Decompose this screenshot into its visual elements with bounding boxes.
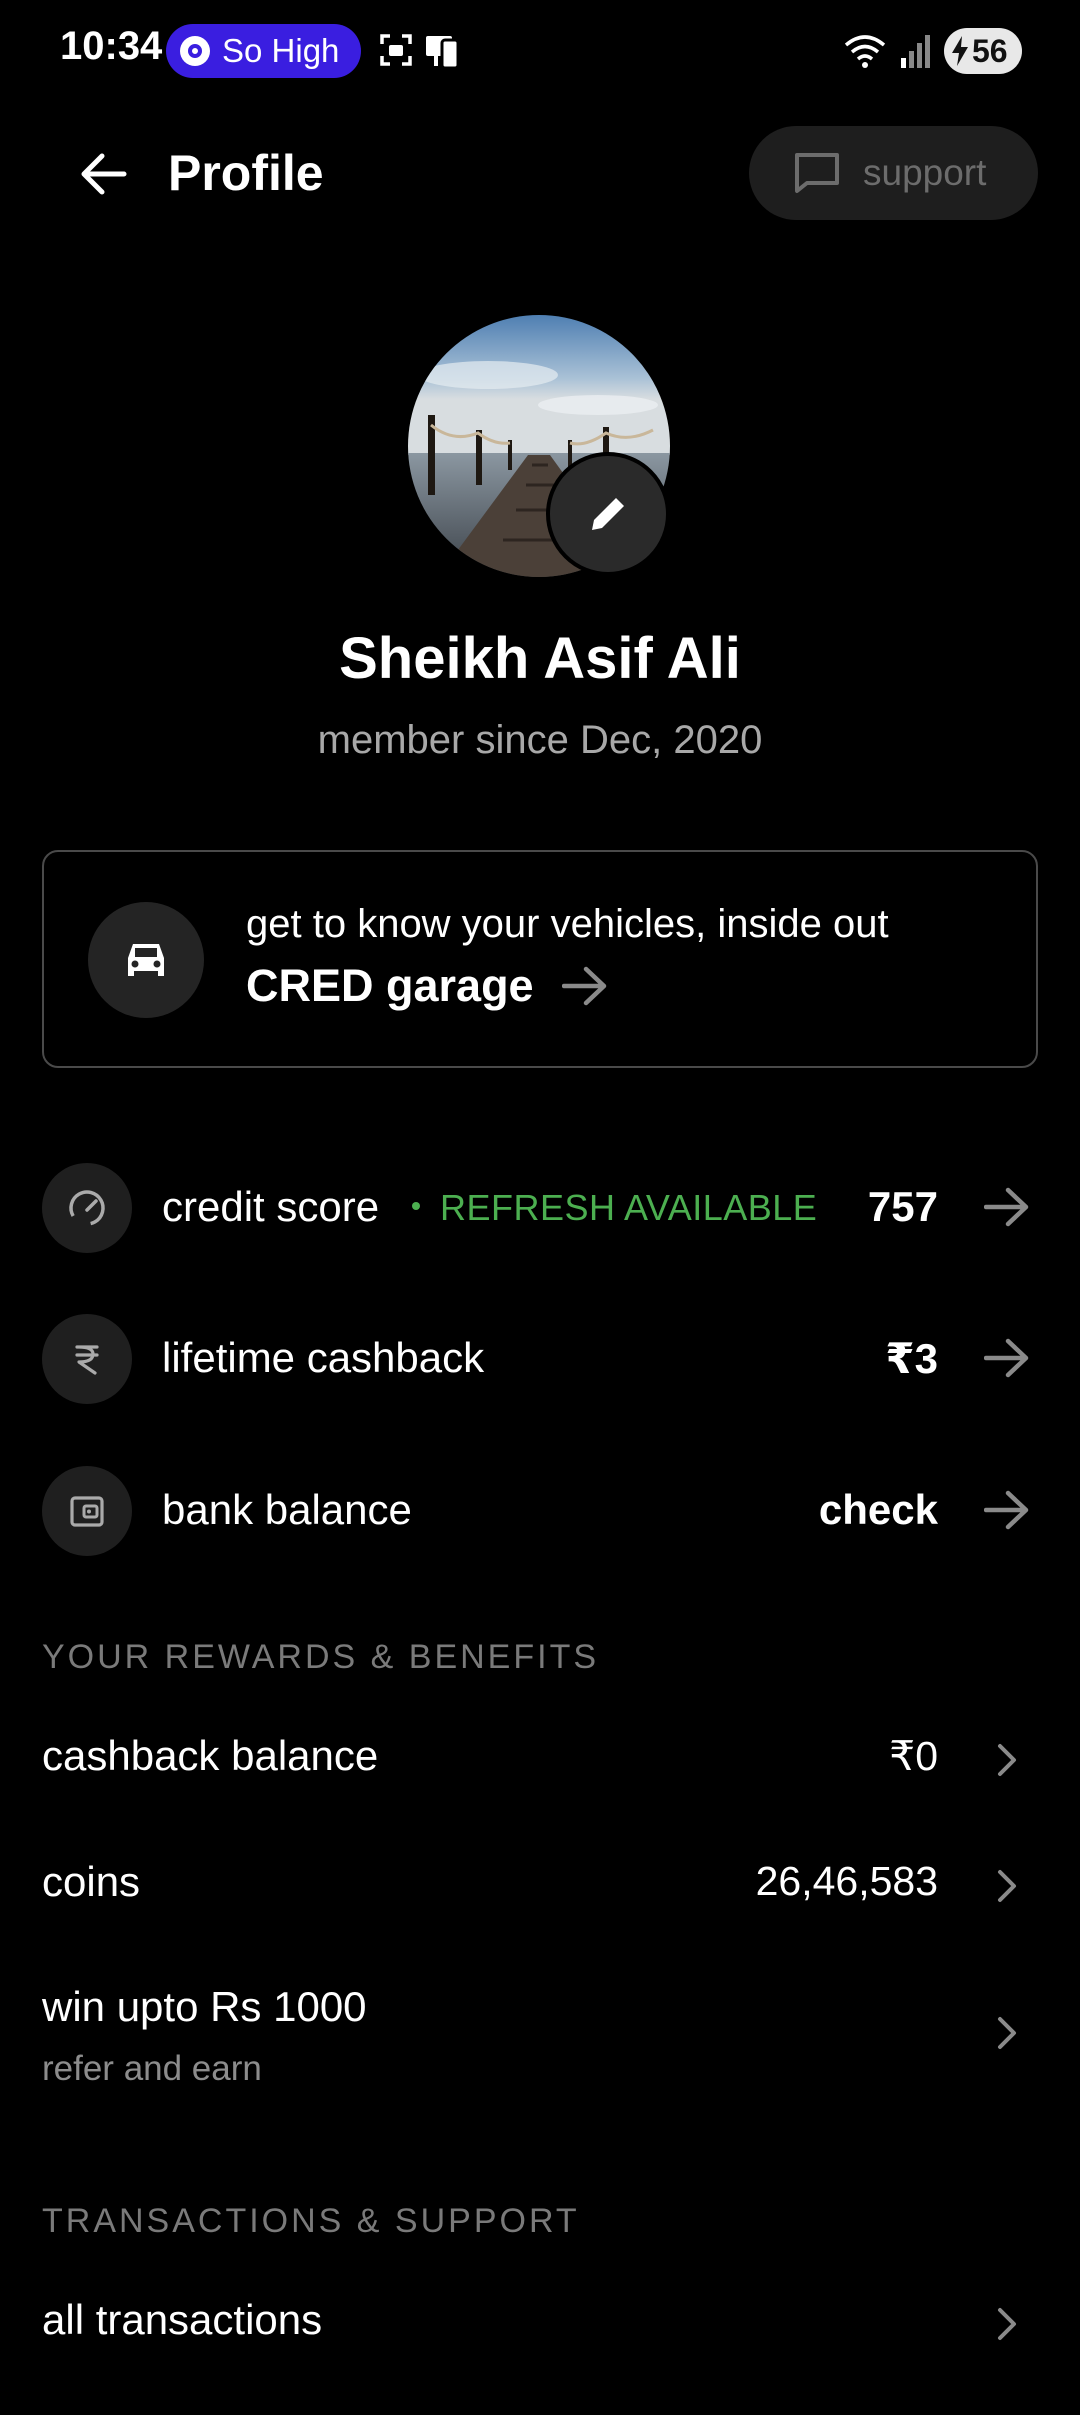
support-label: support <box>863 152 987 193</box>
refresh-available-text: REFRESH AVAILABLE <box>440 1187 818 1228</box>
coins-label: coins <box>42 1858 141 1905</box>
cashback-balance-label: cashback balance <box>42 1732 379 1779</box>
speedometer-icon <box>69 1190 105 1226</box>
garage-cta-label: CRED garage <box>246 960 534 1011</box>
lifetime-cashback-value: ₹3 <box>885 1335 938 1382</box>
speedometer-icon-wrap <box>42 1163 132 1253</box>
wallet-icon-wrap <box>42 1466 132 1556</box>
chevron-right-icon <box>998 1744 1016 1776</box>
arrow-right-icon <box>561 966 606 1006</box>
arrow-right-icon <box>984 1187 1029 1227</box>
refer-and-earn-row[interactable]: win upto Rs 1000 refer and earn <box>42 1983 1038 2103</box>
refer-title: win upto Rs 1000 <box>42 1983 367 2030</box>
page-title: Profile <box>168 145 324 201</box>
rupee-icon-wrap <box>42 1314 132 1404</box>
rewards-section-title: YOUR REWARDS & BENEFITS <box>42 1638 600 1676</box>
transactions-section-title: TRANSACTIONS & SUPPORT <box>42 2202 580 2240</box>
charging-bolt-icon <box>952 36 968 66</box>
support-button[interactable]: support <box>749 126 1038 220</box>
coins-row[interactable]: coins 26,46,583 <box>42 1858 1038 1918</box>
all-transactions-label: all transactions <box>42 2296 323 2343</box>
pencil-icon <box>592 498 624 530</box>
refresh-available-badge[interactable]: REFRESH AVAILABLE <box>390 1187 817 1229</box>
lifetime-cashback-row[interactable]: lifetime cashback ₹3 <box>42 1314 1038 1404</box>
user-name: Sheikh Asif Ali <box>339 626 741 691</box>
credit-score-label: credit score <box>162 1183 380 1230</box>
cashback-balance-row[interactable]: cashback balance ₹0 <box>42 1732 1038 1792</box>
chevron-right-icon <box>998 2017 1016 2049</box>
credit-score-row[interactable]: credit score REFRESH AVAILABLE 757 <box>42 1163 1038 1253</box>
battery-level: 56 <box>972 32 1008 69</box>
status-time: 10:34 <box>60 24 163 68</box>
rupee-icon <box>75 1345 99 1375</box>
status-bar: 10:34 So High 56 <box>0 0 1080 100</box>
music-app-icon <box>180 36 210 66</box>
app-header: Profile support <box>0 126 1080 222</box>
lifetime-cashback-label: lifetime cashback <box>162 1334 485 1381</box>
chevron-right-icon <box>998 2308 1016 2340</box>
system-icons: 56 <box>844 28 1022 74</box>
badge-dot <box>412 1202 420 1211</box>
device-icon <box>426 36 460 70</box>
notification-icons <box>378 32 464 70</box>
car-icon <box>128 944 164 976</box>
edit-avatar-button[interactable] <box>546 452 670 576</box>
back-button[interactable] <box>74 146 134 202</box>
cashback-balance-value: ₹0 <box>889 1733 938 1779</box>
car-icon-wrap <box>88 902 204 1018</box>
coins-value: 26,46,583 <box>755 1858 938 1904</box>
arrow-right-icon <box>984 1338 1029 1378</box>
now-playing-label: So High <box>222 32 340 69</box>
member-since: member since Dec, 2020 <box>317 718 763 762</box>
chat-bubble-icon <box>795 153 839 193</box>
wallet-icon <box>70 1496 104 1527</box>
signal-icon <box>901 35 930 68</box>
wifi-icon <box>844 35 886 68</box>
all-transactions-row[interactable]: all transactions <box>42 2296 1038 2356</box>
screenshot-icon <box>380 34 412 66</box>
garage-cta[interactable]: CRED garage <box>246 960 608 1012</box>
battery-indicator: 56 <box>944 28 1022 74</box>
back-arrow-icon <box>81 153 127 195</box>
refer-subtitle: refer and earn <box>42 2049 262 2088</box>
bank-balance-value: check <box>818 1486 938 1533</box>
bank-balance-label: bank balance <box>162 1486 412 1533</box>
chevron-right-icon <box>998 1870 1016 1902</box>
bank-balance-row[interactable]: bank balance check <box>42 1466 1038 1556</box>
cred-garage-card[interactable]: get to know your vehicles, inside out CR… <box>42 850 1038 1068</box>
garage-tagline: get to know your vehicles, inside out <box>246 902 889 946</box>
credit-score-value: 757 <box>867 1183 938 1230</box>
arrow-right-icon <box>984 1490 1029 1530</box>
now-playing-pill[interactable]: So High <box>166 24 362 78</box>
